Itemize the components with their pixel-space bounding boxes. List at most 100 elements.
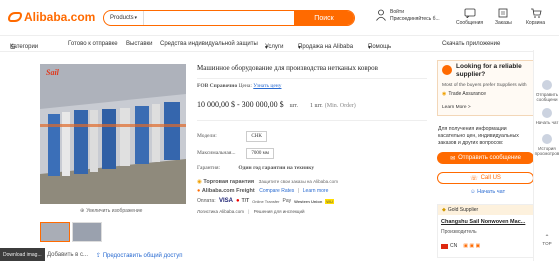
payment-label: Оплата: — [197, 198, 216, 204]
search-input[interactable] — [144, 11, 294, 25]
back-to-top-button[interactable]: ⌃ TOP — [534, 235, 559, 246]
messages-label: Сообщения — [456, 20, 484, 26]
gold-supplier-badge: ◆ Gold Supplier — [438, 205, 535, 215]
product-title: Машинное оборудование для производства н… — [197, 64, 378, 72]
nav-divider — [0, 51, 559, 52]
warranty-value: Один год гарантии на технику — [238, 165, 315, 171]
shield-icon: ◉ — [197, 179, 202, 185]
nav-get-app[interactable]: Скачать приложение — [442, 41, 500, 47]
search-category-select[interactable]: Products ▾ — [104, 11, 144, 25]
gold-medal-icon: ◆ — [442, 207, 446, 213]
mastercard-icon: ● — [236, 198, 240, 204]
trade-assurance-text: Trade Assurance — [448, 91, 486, 97]
moq-note: (Min. Order) — [324, 103, 356, 109]
supplier-name-link[interactable]: Changshu Sail Nonwoven Mac... — [441, 219, 525, 225]
call-us-button[interactable]: ☏ Call US — [437, 172, 534, 184]
reliable-title: Looking for a reliable supplier? — [456, 63, 522, 78]
max-width-chip[interactable]: 7000 мм — [246, 148, 274, 159]
search-button[interactable]: Поиск — [294, 11, 354, 25]
header: Alibaba.com Products ▾ Поиск Войти Присо… — [0, 0, 559, 36]
sidebar-send-label: Отправить сообщени — [535, 92, 559, 102]
call-us-label: Call US — [480, 175, 501, 181]
payment-row: Оплата: VISA ● T/T Online Transfer Pay W… — [197, 198, 334, 204]
trade-assurance-row: ◉ Торговая гарантия Защитите свои заказы… — [197, 179, 338, 185]
nav-help-label: Помощь — [368, 44, 392, 50]
model-label: Модели: — [197, 133, 217, 139]
cart-button[interactable]: Корзина — [526, 8, 545, 26]
alibaba-logo[interactable]: Alibaba.com — [8, 10, 95, 24]
clock-icon — [542, 134, 552, 144]
sidebar-send-message[interactable]: Отправить сообщени — [534, 80, 559, 102]
model-chip[interactable]: CHK — [246, 131, 267, 142]
share-link[interactable]: ⇪ Предоставить общий доступ — [96, 252, 182, 259]
inspection-link[interactable]: Решения для инспекций — [254, 209, 305, 214]
warranty-row: Гарантия: Один год гарантии на технику — [197, 165, 314, 171]
zoom-image-link[interactable]: ⊕ Увеличить изображение — [80, 208, 142, 214]
join-free-link[interactable]: Присоединяйтесь б... — [390, 16, 440, 23]
send-message-button[interactable]: ✉ Отправить сообщение — [437, 152, 534, 164]
chat-icon: ☺ — [470, 189, 476, 195]
visa-icon: VISA — [219, 198, 234, 204]
start-chat-label: Начать чат — [477, 189, 506, 195]
trade-assurance-note: Защитите свои заказы на Alibaba.com — [258, 179, 338, 184]
add-to-compare-label: Добавить в с... — [47, 252, 89, 258]
sidebar-history[interactable]: История просмотров — [534, 134, 559, 156]
orders-button[interactable]: Заказы — [495, 8, 512, 26]
reliable-supplier-box: Looking for a reliable supplier? Most of… — [437, 60, 534, 116]
reliable-learn-more[interactable]: Learn More > — [442, 105, 471, 110]
floating-sidebar: Отправить сообщени Начать чат История пр… — [533, 50, 559, 261]
nav-exhibitions[interactable]: Выставки — [126, 41, 153, 47]
user-menu[interactable]: Войти Присоединяйтесь б... — [376, 9, 440, 23]
add-to-compare[interactable]: Добавить в с... — [40, 252, 88, 258]
product-main-image[interactable]: Sail — [40, 64, 186, 204]
chevron-down-icon: ▾ — [265, 45, 269, 51]
compare-rates-link[interactable]: Compare Rates — [259, 188, 294, 194]
gold-supplier-label: Gold Supplier — [447, 207, 479, 213]
verified-icons: ▣ ▣ ▣ — [463, 243, 481, 249]
freight-row: ● Alibaba.com Freight Compare Rates | Le… — [197, 188, 329, 194]
chevron-down-icon: ▾ — [368, 45, 372, 51]
message-icon — [542, 80, 552, 90]
sidebar-chat[interactable]: Начать чат — [534, 108, 559, 125]
price-divider — [197, 120, 427, 121]
freight-label: Alibaba.com Freight — [201, 188, 255, 194]
shield-icon: ◉ — [442, 91, 447, 97]
price-label: Цена: — [238, 83, 252, 89]
country-row: CN ▣ ▣ ▣ — [441, 243, 480, 249]
latest-price-link[interactable]: Узнать цену — [253, 83, 281, 89]
max-width-row: Максимальная... 7000 мм — [197, 148, 274, 159]
logo-text: Alibaba.com — [24, 10, 96, 24]
back-to-top-label: TOP — [542, 241, 552, 246]
thumbnail-strip — [40, 222, 102, 242]
trade-assurance-badge: ◉ Trade Assurance — [442, 91, 486, 97]
learn-more-link[interactable]: Learn more — [303, 188, 329, 194]
message-icon — [464, 8, 475, 18]
warranty-label: Гарантия: — [197, 165, 221, 171]
nav-sell-label: Продажа на Alibaba — [298, 44, 354, 50]
search-bar: Products ▾ Поиск — [103, 10, 355, 26]
sidebar-chat-label: Начать чат — [535, 120, 559, 125]
messages-button[interactable]: Сообщения — [456, 8, 483, 26]
thumbnail-2[interactable] — [72, 222, 102, 242]
china-flag-icon — [441, 243, 448, 249]
orders-label: Заказы — [495, 20, 512, 26]
zoom-label: Увеличить изображение — [86, 208, 143, 214]
apple-pay-icon: Pay — [282, 198, 292, 204]
thumb-up-icon — [442, 65, 452, 75]
max-width-label: Максимальная... — [197, 150, 236, 156]
nav-ready-to-ship[interactable]: Готово к отправке — [68, 41, 118, 47]
inquiry-info: Для получения информации касательно цен,… — [438, 126, 519, 146]
supplier-card: ◆ Gold Supplier Changshu Sail Nonwoven M… — [437, 204, 535, 258]
search-category-label: Products — [110, 15, 134, 21]
download-bar[interactable]: Download imag... — [0, 248, 45, 261]
nav-ppe[interactable]: Средства индивидуальной защиты — [160, 41, 258, 47]
start-chat-link[interactable]: ☺ Начать чат — [470, 189, 505, 195]
sign-in-link[interactable]: Войти — [390, 9, 440, 16]
logistics-link[interactable]: Логистика Alibaba.com — [197, 209, 244, 214]
category-nav: ☰ Категории Готово к отправке Выставки С… — [0, 37, 559, 51]
price-range: 10 000,00 $ - 300 000,00 $ — [197, 100, 284, 109]
thumbnail-1[interactable] — [40, 222, 70, 242]
reliable-note: Most of the buyers prefer Suppliers with — [442, 83, 527, 88]
cart-icon — [530, 8, 542, 18]
trade-assurance-label: Торговая гарантия — [203, 179, 255, 185]
